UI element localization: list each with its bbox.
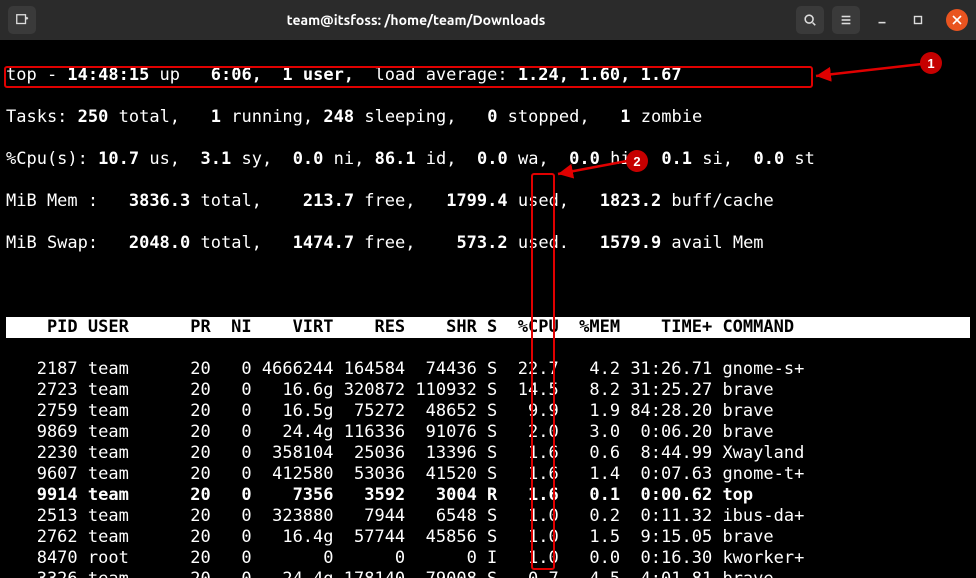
search-button[interactable] bbox=[796, 6, 824, 34]
process-row[interactable]: 2230 team 20 0 358104 25036 13396 S 1.6 … bbox=[6, 443, 970, 464]
top-cpu-line: %Cpu(s): 10.7 us, 3.1 sy, 0.0 ni, 86.1 i… bbox=[6, 149, 970, 170]
window-titlebar: team@itsfoss: /home/team/Downloads bbox=[0, 0, 976, 40]
top-line1: top - 14:48:15 up 6:06, 1 user, load ave… bbox=[6, 65, 970, 86]
window-title: team@itsfoss: /home/team/Downloads bbox=[36, 12, 796, 28]
annotation-badge-1: 1 bbox=[920, 52, 942, 74]
process-row[interactable]: 2723 team 20 0 16.6g 320872 110932 S 14.… bbox=[6, 380, 970, 401]
hamburger-menu-button[interactable] bbox=[832, 6, 860, 34]
process-row[interactable]: 9869 team 20 0 24.4g 116336 91076 S 2.0 … bbox=[6, 422, 970, 443]
process-row[interactable]: 2759 team 20 0 16.5g 75272 48652 S 9.9 1… bbox=[6, 401, 970, 422]
new-tab-button[interactable] bbox=[8, 6, 36, 34]
process-row[interactable]: 8470 root 20 0 0 0 0 I 1.0 0.0 0:16.30 k… bbox=[6, 548, 970, 569]
process-header-row[interactable]: PID USER PR NI VIRT RES SHR S %CPU %MEM … bbox=[6, 317, 970, 338]
annotation-badge-2: 2 bbox=[626, 150, 648, 172]
process-row[interactable]: 2187 team 20 0 4666244 164584 74436 S 22… bbox=[6, 359, 970, 380]
process-row[interactable]: 2513 team 20 0 323880 7944 6548 S 1.0 0.… bbox=[6, 506, 970, 527]
process-row[interactable]: 9914 team 20 0 7356 3592 3004 R 1.6 0.1 … bbox=[6, 485, 970, 506]
window-close-button[interactable] bbox=[946, 9, 968, 31]
window-maximize-button[interactable] bbox=[904, 6, 932, 34]
window-minimize-button[interactable] bbox=[868, 6, 896, 34]
top-blank-line bbox=[6, 275, 970, 296]
top-mem-line: MiB Mem : 3836.3 total, 213.7 free, 1799… bbox=[6, 191, 970, 212]
process-row[interactable]: 9607 team 20 0 412580 53036 41520 S 1.6 … bbox=[6, 464, 970, 485]
process-row[interactable]: 2762 team 20 0 16.4g 57744 45856 S 1.0 1… bbox=[6, 527, 970, 548]
terminal-output[interactable]: top - 14:48:15 up 6:06, 1 user, load ave… bbox=[6, 44, 970, 578]
top-swap-line: MiB Swap: 2048.0 total, 1474.7 free, 573… bbox=[6, 233, 970, 254]
process-row[interactable]: 3326 team 20 0 24.4g 178140 79008 S 0.7 … bbox=[6, 569, 970, 578]
top-tasks-line: Tasks: 250 total, 1 running, 248 sleepin… bbox=[6, 107, 970, 128]
